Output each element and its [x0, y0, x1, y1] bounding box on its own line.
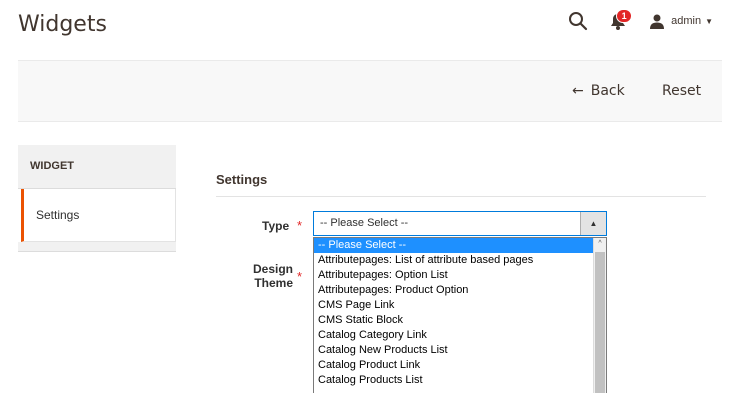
page-title: Widgets: [18, 12, 107, 37]
dropdown-option[interactable]: Catalog New Products List: [314, 343, 597, 358]
chevron-up-icon[interactable]: ▲: [580, 212, 606, 235]
scrollbar-thumb[interactable]: [595, 252, 605, 393]
user-menu[interactable]: admin ▼: [649, 13, 713, 29]
page-actions-bar: ← Back Reset: [18, 60, 722, 122]
back-button-label: Back: [590, 83, 625, 99]
user-icon: [650, 14, 665, 29]
dropdown-option[interactable]: Catalog Products List: [314, 373, 597, 388]
section-divider: [216, 196, 706, 197]
design-theme-required-mark: *: [297, 269, 303, 284]
notification-count-badge: 1: [616, 9, 633, 23]
search-icon[interactable]: [567, 10, 589, 32]
sidebar-footer: [18, 242, 176, 252]
sidebar-title: WIDGET: [18, 145, 176, 189]
type-label: Type: [262, 219, 290, 233]
type-select[interactable]: -- Please Select -- ▲: [313, 211, 607, 236]
dropdown-option[interactable]: Attributepages: Product Option: [314, 283, 597, 298]
design-theme-label-line2: Theme: [254, 276, 294, 290]
settings-section-title: Settings: [216, 172, 268, 187]
scroll-up-icon[interactable]: ^: [594, 238, 606, 250]
notifications-bell-icon[interactable]: 1: [607, 9, 633, 32]
dropdown-option[interactable]: Catalog Product Link: [314, 358, 597, 373]
chevron-down-icon: ▼: [705, 16, 713, 26]
type-required-mark: *: [297, 218, 303, 233]
arrow-left-icon: ←: [572, 83, 584, 99]
reset-button[interactable]: Reset: [662, 83, 701, 99]
design-theme-label: Design Theme: [253, 262, 293, 290]
header-actions: 1 admin ▼: [567, 9, 713, 32]
dropdown-option[interactable]: Catalog Category Link: [314, 328, 597, 343]
type-select-value: -- Please Select --: [320, 217, 409, 229]
back-button[interactable]: ← Back: [572, 83, 625, 99]
dropdown-scrollbar[interactable]: ^: [593, 238, 606, 393]
dropdown-option[interactable]: Attributepages: Option List: [314, 268, 597, 283]
sidebar: WIDGET Settings: [18, 145, 176, 252]
type-dropdown-list[interactable]: -- Please Select -- Attributepages: List…: [313, 237, 607, 393]
dropdown-option[interactable]: Attributepages: List of attribute based …: [314, 253, 597, 268]
user-name: admin: [671, 15, 702, 27]
design-theme-label-line1: Design: [253, 262, 294, 276]
sidebar-item-settings[interactable]: Settings: [21, 189, 176, 242]
dropdown-option[interactable]: -- Please Select --: [314, 238, 597, 253]
dropdown-option[interactable]: CMS Static Block: [314, 313, 597, 328]
dropdown-option[interactable]: CMS Page Link: [314, 298, 597, 313]
